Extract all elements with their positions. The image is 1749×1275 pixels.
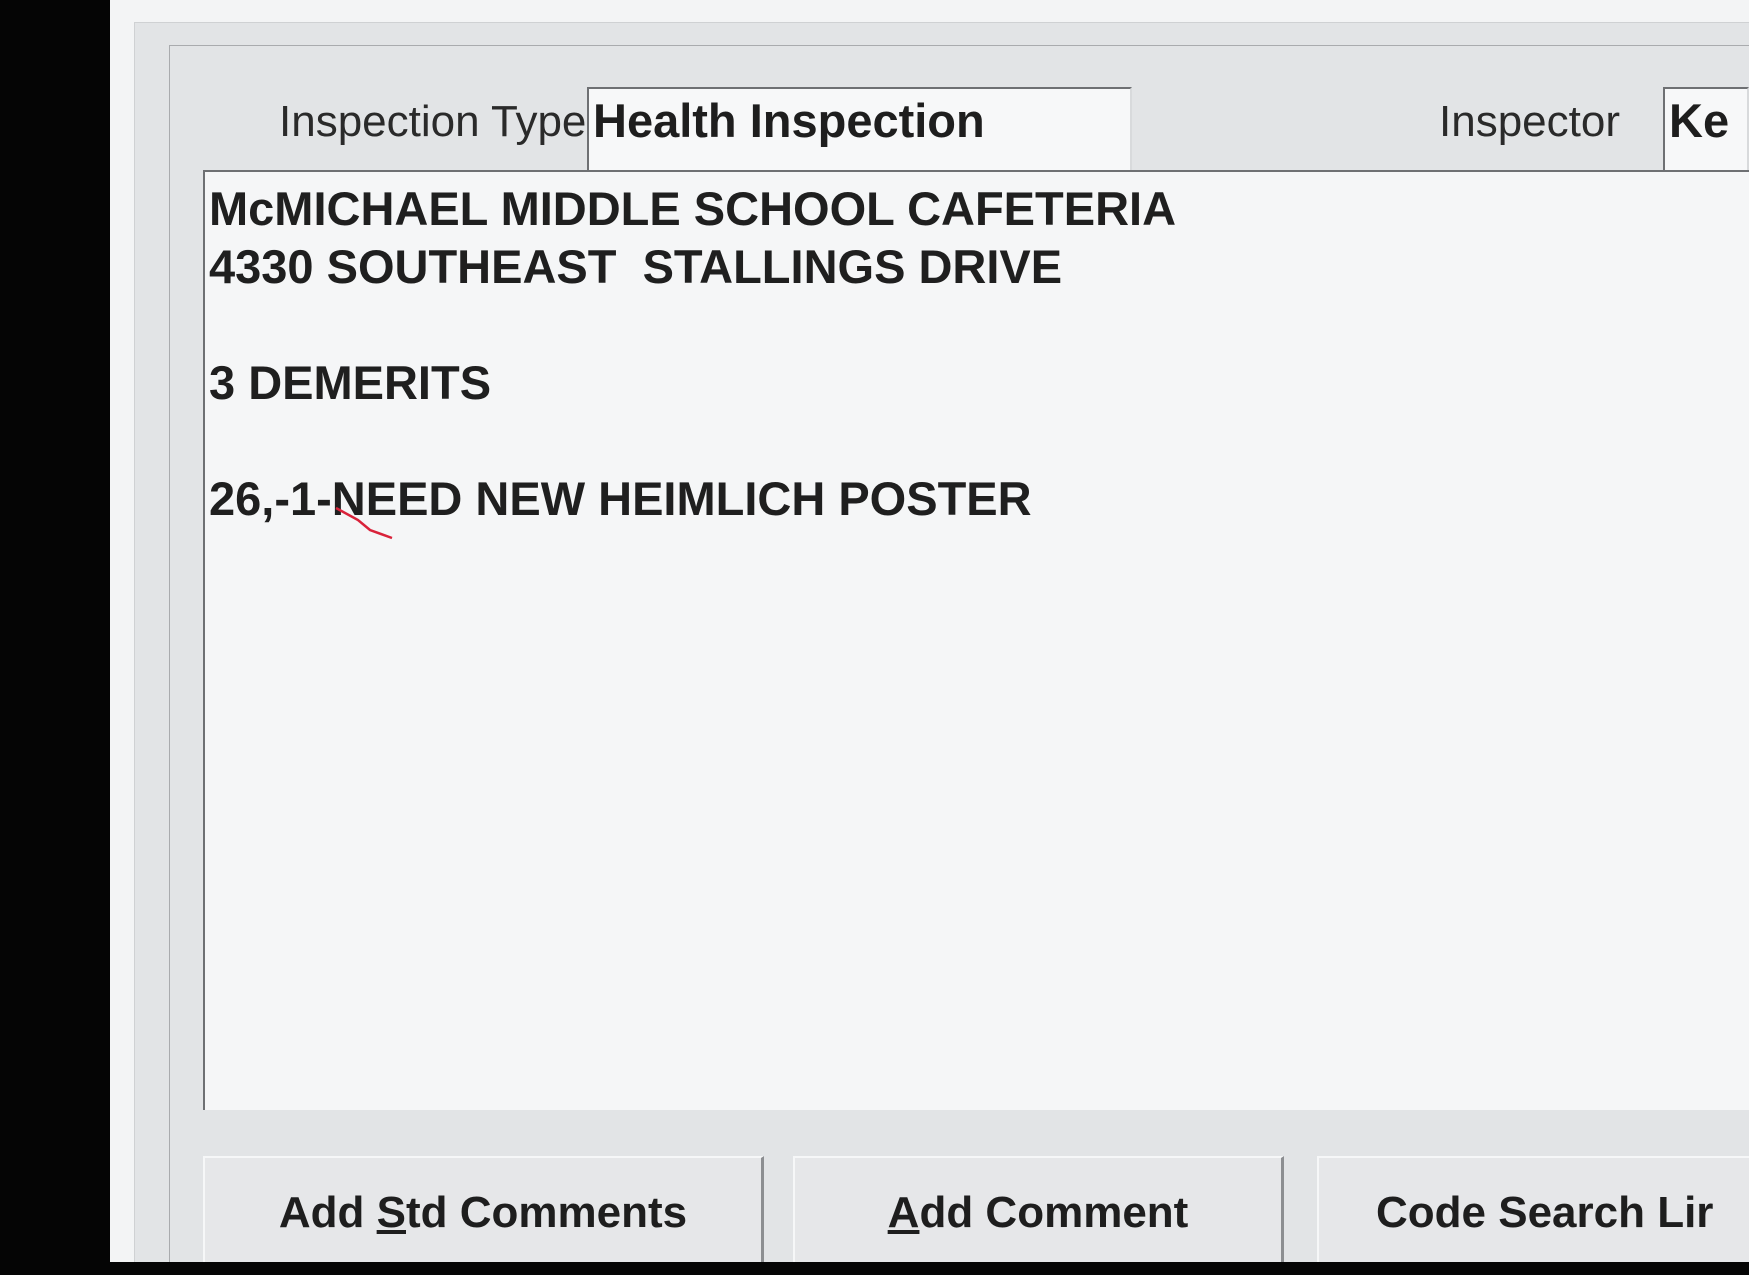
comment-line (209, 296, 1749, 354)
accelerator-key: A (887, 1188, 920, 1237)
inspector-label: Inspector (1439, 97, 1620, 146)
inspector-value: Ke (1669, 94, 1730, 147)
comment-line: McMICHAEL MIDDLE SCHOOL CAFETERIA (209, 182, 1177, 235)
add-std-comments-button[interactable]: Add Std Comments (203, 1156, 764, 1262)
comments-textarea[interactable]: McMICHAEL MIDDLE SCHOOL CAFETERIA 4330 S… (203, 170, 1749, 1110)
comment-line: 4330 SOUTHEAST STALLINGS DRIVE (209, 240, 1063, 293)
inspection-type-field[interactable]: Health Inspection (587, 87, 1132, 179)
button-label-part: dd Comment (919, 1188, 1189, 1237)
scan-bottom-border (0, 1262, 1749, 1275)
red-correction-mark (335, 506, 393, 540)
button-label-part: td Comments (406, 1188, 688, 1237)
inspection-type-label: Inspection Type (279, 97, 587, 146)
scan-black-border (0, 0, 110, 1275)
accelerator-key: S (376, 1188, 406, 1237)
inspection-type-value: Health Inspection (593, 94, 985, 147)
button-label-part: Code Search Lir (1376, 1188, 1714, 1237)
button-label-part: Add (278, 1188, 377, 1237)
comment-line (209, 412, 1749, 470)
printed-page: Inspection Type Health Inspection Inspec… (110, 0, 1749, 1262)
add-comment-button[interactable]: Add Comment (793, 1156, 1284, 1262)
comment-line: 26,-1-NEED NEW HEIMLICH POSTER (209, 472, 1032, 525)
comment-line: 3 DEMERITS (209, 356, 492, 409)
code-search-button[interactable]: Code Search Lir (1317, 1156, 1749, 1262)
inspector-field[interactable]: Ke (1663, 87, 1749, 179)
